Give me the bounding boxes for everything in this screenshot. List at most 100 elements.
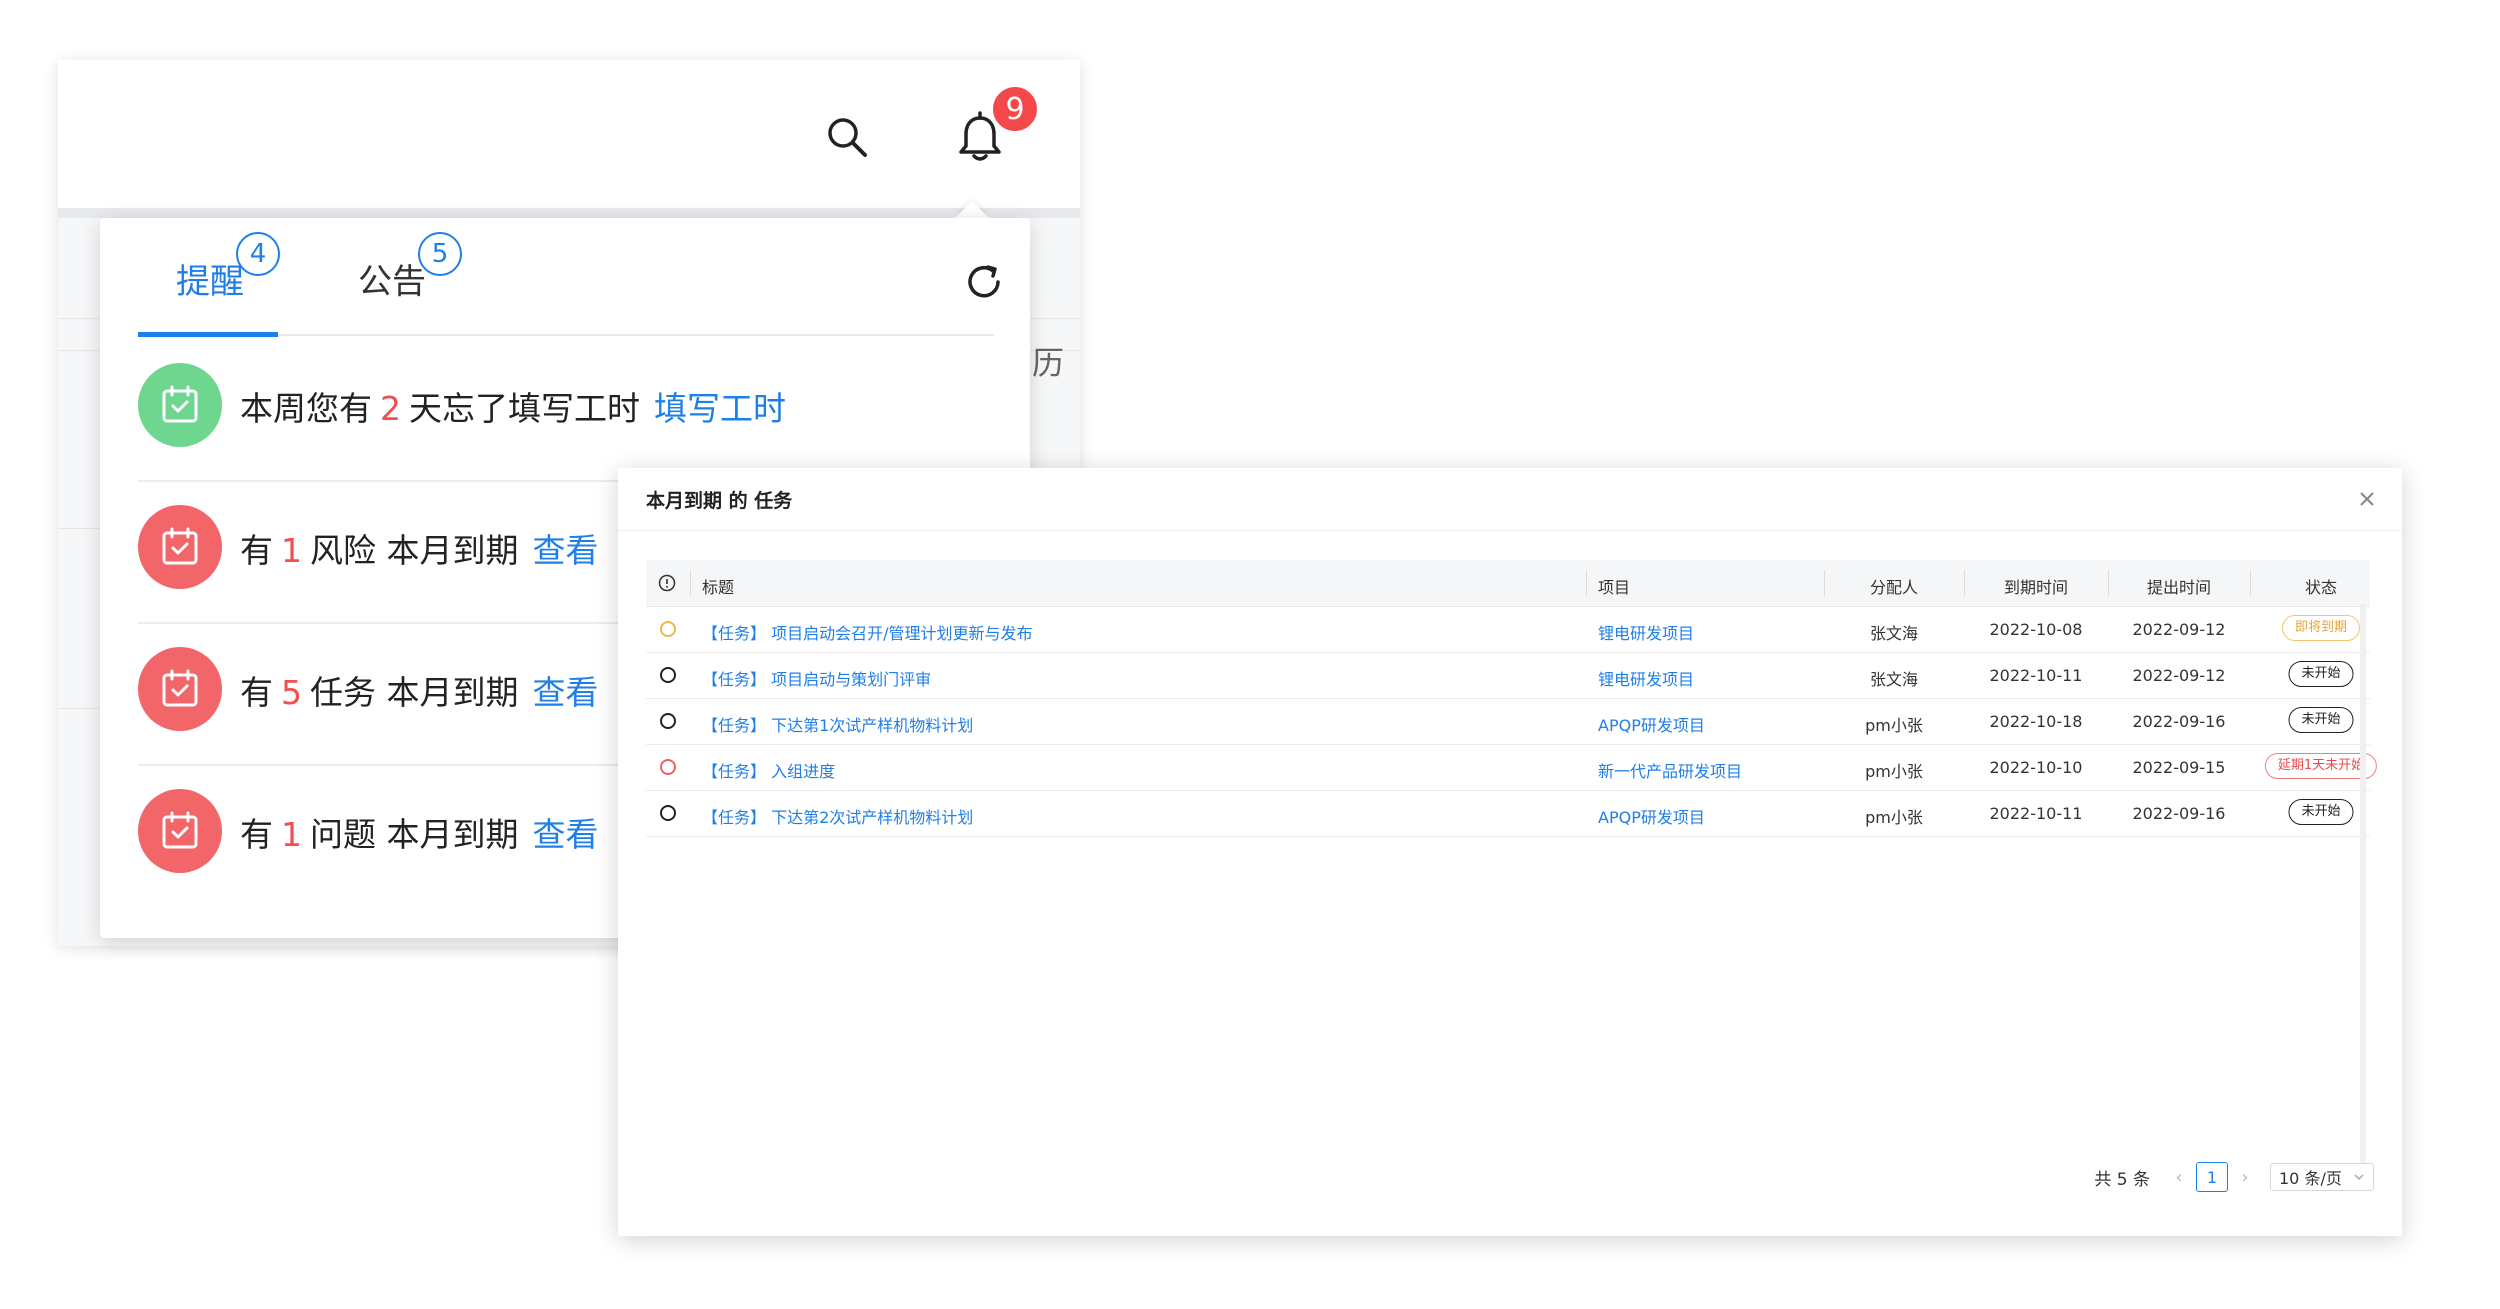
reminder-prefix: 有 — [240, 815, 273, 854]
reminder-prefix: 有 — [240, 531, 273, 570]
project-link[interactable]: APQP研发项目 — [1598, 804, 1705, 828]
bg-row-text: 历 — [1031, 344, 1064, 382]
tab-notice-label: 公告 — [358, 262, 426, 302]
task-title-link[interactable]: 【任务】 项目启动与策划门评审 — [702, 666, 931, 690]
created-date-cell: 2022-09-15 — [2132, 758, 2226, 777]
column-header-project[interactable]: 项目 — [1598, 574, 1630, 598]
assignee-cell: 张文海 — [1869, 670, 1918, 689]
status-badge: 未开始 — [2288, 707, 2354, 733]
reminder-item-timesheet: 本周您有 2 天忘了填写工时 填写工时 — [138, 338, 994, 482]
table-row[interactable]: 【任务】 下达第2次试产样机物料计划 APQP研发项目 pm小张 2022-10… — [646, 790, 2370, 837]
due-date-cell: 2022-10-18 — [1989, 712, 2083, 731]
status-badge: 未开始 — [2288, 661, 2354, 687]
column-header-created[interactable]: 提出时间 — [2108, 574, 2250, 598]
due-date-cell: 2022-10-11 — [1989, 804, 2083, 823]
reminder-text: 有 1 风险 本月到期 查看 — [240, 524, 599, 572]
calendar-check-icon — [138, 363, 222, 447]
reminder-text: 有 1 问题 本月到期 查看 — [240, 808, 599, 856]
reminder-count: 5 — [281, 673, 302, 712]
task-title-link[interactable]: 【任务】 下达第1次试产样机物料计划 — [702, 712, 973, 736]
refresh-icon — [968, 265, 1000, 298]
due-soon-clock-icon — [660, 621, 676, 637]
project-link[interactable]: 锂电研发项目 — [1598, 620, 1694, 644]
page-number-button[interactable]: 1 — [2196, 1162, 2228, 1192]
assignee-cell: 张文海 — [1869, 624, 1918, 643]
table-row[interactable]: 【任务】 下达第1次试产样机物料计划 APQP研发项目 pm小张 2022-10… — [646, 698, 2370, 745]
overdue-circle-icon — [660, 759, 676, 775]
table-scrollbar[interactable] — [2360, 604, 2366, 1164]
reminder-prefix: 本周您有 — [240, 389, 372, 428]
reminder-text: 本周您有 2 天忘了填写工时 填写工时 — [240, 382, 786, 430]
reminder-count: 1 — [281, 815, 302, 854]
active-tab-indicator — [138, 332, 278, 337]
column-header-assignee[interactable]: 分配人 — [1824, 574, 1964, 598]
table-row[interactable]: 【任务】 项目启动会召开/管理计划更新与发布 锂电研发项目 张文海 2022-1… — [646, 606, 2370, 653]
reminder-suffix: 问题 本月到期 — [310, 815, 519, 854]
modal-title: 本月到期 的 任务 — [646, 490, 793, 512]
status-circle-icon — [660, 713, 676, 729]
tab-reminder-badge: 4 — [236, 232, 280, 276]
project-link[interactable]: 新一代产品研发项目 — [1598, 758, 1742, 782]
tab-notice-badge: 5 — [418, 232, 462, 276]
refresh-button[interactable] — [960, 258, 1008, 306]
table-row[interactable]: 【任务】 项目启动与策划门评审 锂电研发项目 张文海 2022-10-11 20… — [646, 652, 2370, 699]
project-link[interactable]: 锂电研发项目 — [1598, 666, 1694, 690]
due-date-cell: 2022-10-11 — [1989, 666, 2083, 685]
view-task-link[interactable]: 查看 — [533, 673, 599, 712]
project-link[interactable]: APQP研发项目 — [1598, 712, 1705, 736]
tab-reminder[interactable]: 提醒 4 — [176, 232, 280, 303]
table-header: 标题 项目 分配人 到期时间 提出时间 状态 — [646, 560, 2370, 607]
calendar-check-icon — [138, 789, 222, 873]
app-divider-band — [58, 208, 1080, 218]
status-circle-icon — [660, 667, 676, 683]
search-button[interactable] — [820, 110, 876, 166]
reminder-count: 2 — [380, 389, 401, 428]
modal-header: 本月到期 的 任务 — [618, 468, 2402, 531]
created-date-cell: 2022-09-12 — [2132, 620, 2226, 639]
app-topbar — [58, 60, 1080, 208]
page-size-select[interactable]: 10 条/页 — [2270, 1163, 2374, 1191]
tab-notice[interactable]: 公告 5 — [358, 232, 462, 303]
reminder-suffix: 任务 本月到期 — [310, 673, 519, 712]
created-date-cell: 2022-09-16 — [2132, 712, 2226, 731]
notification-tabs: 提醒 4 公告 5 — [138, 218, 1000, 337]
due-tasks-modal: 本月到期 的 任务 标题 项目 分配人 到期时间 提出时间 状态 【任务】 项目… — [618, 468, 2402, 1236]
view-issue-link[interactable]: 查看 — [533, 815, 599, 854]
next-page-button[interactable]: › — [2234, 1167, 2256, 1188]
column-separator — [1586, 570, 1587, 596]
pagination-total: 共 5 条 — [2094, 1169, 2150, 1190]
modal-close-button[interactable] — [2352, 484, 2382, 514]
prev-page-button[interactable]: ‹ — [2168, 1167, 2190, 1188]
column-header-title[interactable]: 标题 — [702, 574, 734, 598]
column-header-due[interactable]: 到期时间 — [1964, 574, 2108, 598]
due-date-cell: 2022-10-10 — [1989, 758, 2083, 777]
status-circle-icon — [660, 805, 676, 821]
reminder-text: 有 5 任务 本月到期 查看 — [240, 666, 599, 714]
task-title-link[interactable]: 【任务】 下达第2次试产样机物料计划 — [702, 804, 973, 828]
reminder-suffix: 风险 本月到期 — [310, 531, 519, 570]
column-separator — [690, 570, 691, 596]
close-icon — [2360, 492, 2374, 506]
info-circle-icon — [658, 574, 676, 592]
fill-timesheet-link[interactable]: 填写工时 — [654, 389, 786, 428]
notification-count-badge: 9 — [990, 84, 1040, 134]
due-date-cell: 2022-10-08 — [1989, 620, 2083, 639]
page-size-value: 10 条/页 — [2279, 1169, 2342, 1188]
column-header-status[interactable]: 状态 — [2250, 574, 2392, 598]
view-risk-link[interactable]: 查看 — [533, 531, 599, 570]
assignee-cell: pm小张 — [1865, 808, 1923, 827]
search-icon — [828, 118, 867, 157]
task-title-link[interactable]: 【任务】 入组进度 — [702, 758, 835, 782]
assignee-cell: pm小张 — [1865, 716, 1923, 735]
created-date-cell: 2022-09-16 — [2132, 804, 2226, 823]
status-badge: 即将到期 — [2281, 615, 2361, 641]
reminder-count: 1 — [281, 531, 302, 570]
pagination: 共 5 条 ‹ 1 › 10 条/页 — [2094, 1162, 2374, 1192]
calendar-check-icon — [138, 505, 222, 589]
tab-reminder-label: 提醒 — [176, 262, 244, 302]
status-badge: 未开始 — [2288, 799, 2354, 825]
calendar-check-icon — [138, 647, 222, 731]
table-row[interactable]: 【任务】 入组进度 新一代产品研发项目 pm小张 2022-10-10 2022… — [646, 744, 2378, 791]
task-title-link[interactable]: 【任务】 项目启动会召开/管理计划更新与发布 — [702, 620, 1032, 644]
reminder-suffix: 天忘了填写工时 — [409, 389, 640, 428]
